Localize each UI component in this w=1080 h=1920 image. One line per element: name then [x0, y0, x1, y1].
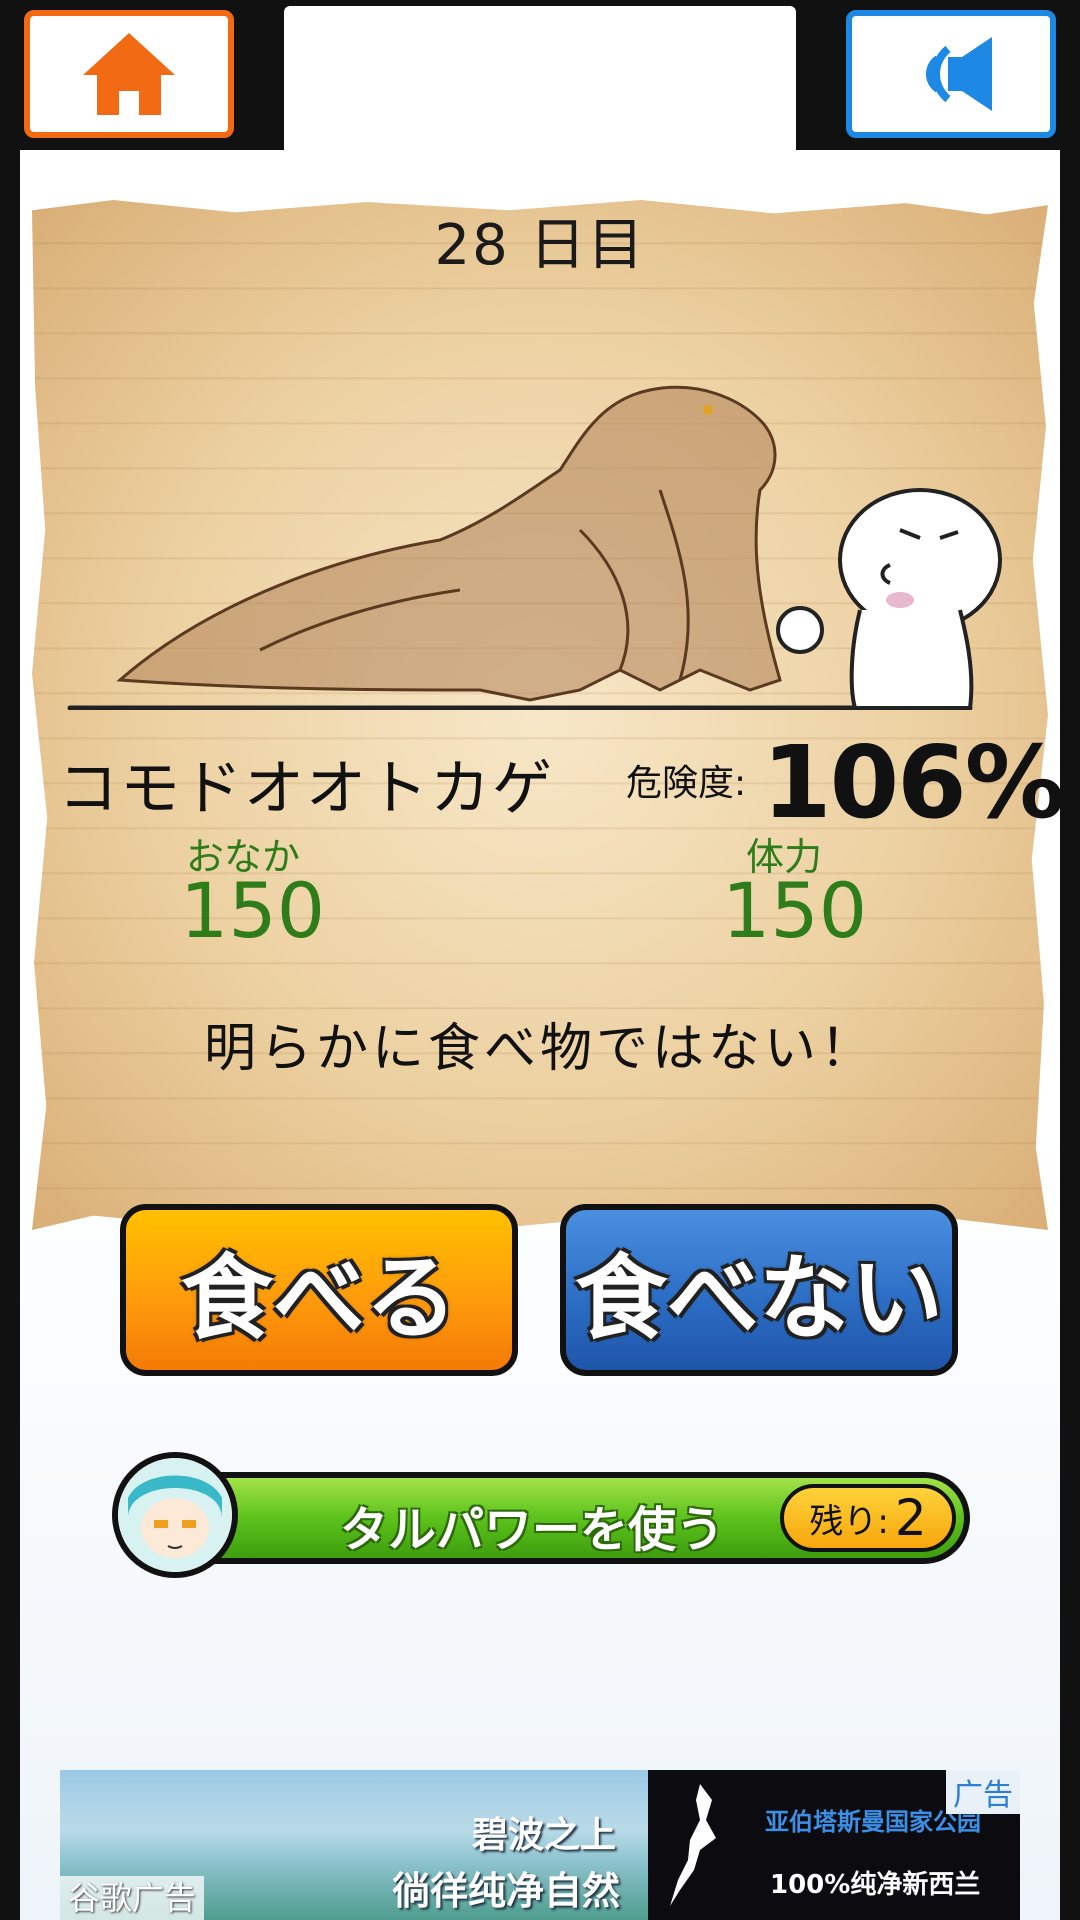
eat-button-label: 食べる [180, 1244, 457, 1352]
day-counter: 28 日目 [434, 213, 646, 278]
eat-button[interactable]: 食べる [120, 1204, 518, 1376]
top-title-tab [284, 6, 796, 152]
ad-subheadline: 徜徉纯净自然 [392, 1869, 621, 1913]
helper-avatar-icon [112, 1452, 238, 1578]
use-power-label: タルパワーを使う [340, 1502, 725, 1558]
not-eat-button-label: 食べない [574, 1244, 943, 1352]
hunger-value: 150 [180, 866, 326, 955]
remaining-counter: 残り: 2 [780, 1484, 956, 1552]
narrator-character [776, 488, 1002, 710]
frame-right [1060, 0, 1080, 1920]
home-icon [83, 33, 175, 115]
remaining-value: 2 [894, 1489, 927, 1547]
stamina-value: 150 [722, 866, 868, 955]
ad-badge[interactable]: 广告 [946, 1770, 1020, 1814]
ad-provider-label: 谷歌广告 [60, 1876, 205, 1920]
remaining-label: 残り: [809, 1501, 889, 1542]
ad-headline: 碧波之上 [472, 1815, 617, 1856]
danger-label: 危険度: [626, 763, 747, 804]
creature-message: 明らかに食べ物ではない！ [203, 1019, 876, 1079]
sound-speaker-icon [926, 37, 992, 111]
danger-value: 106% [762, 724, 1065, 841]
home-button[interactable] [24, 10, 234, 138]
ad-banner[interactable]: 碧波之上 徜徉纯净自然 亚伯塔斯曼国家公园 100%纯净新西兰 广告 谷歌广告 [60, 1770, 1020, 1920]
sound-button[interactable] [846, 10, 1056, 138]
ad-slogan: 100%纯净新西兰 [770, 1870, 981, 1900]
creature-name: コモドオオトカゲ [58, 754, 554, 824]
komodo-illustration [67, 385, 1002, 710]
not-eat-button[interactable]: 食べない [560, 1204, 958, 1376]
new-zealand-map-icon [670, 1784, 716, 1906]
frame-left [0, 0, 20, 1920]
